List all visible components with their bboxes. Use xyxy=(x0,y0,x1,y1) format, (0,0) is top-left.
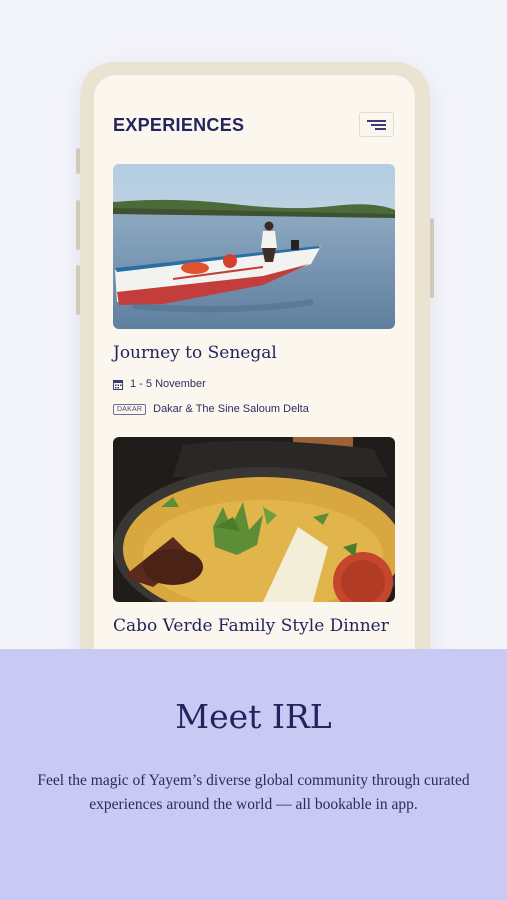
app-store-screenshot: EXPERIENCES Journey to Senegal 1 - 5 Nov… xyxy=(0,0,507,900)
experience-image-senegal[interactable] xyxy=(113,164,395,329)
calendar-icon xyxy=(113,379,123,390)
page-title: EXPERIENCES xyxy=(113,115,245,135)
promo-panel: Meet IRL Feel the magic of Yayem’s diver… xyxy=(0,649,507,900)
experience-title[interactable]: Journey to Senegal xyxy=(113,343,277,363)
experience-title[interactable]: Cabo Verde Family Style Dinner xyxy=(113,616,389,636)
menu-button[interactable] xyxy=(359,112,394,137)
experience-date: 1 - 5 November xyxy=(130,378,206,390)
location-tag: DAKAR xyxy=(113,403,147,415)
boat-on-water-photo xyxy=(113,164,395,329)
experience-date-row: 1 - 5 November xyxy=(113,378,206,390)
promo-headline: Meet IRL xyxy=(175,697,332,736)
stew-dish-photo xyxy=(113,437,395,602)
experience-location-row: DAKAR Dakar & The Sine Saloum Delta xyxy=(113,403,309,415)
phone-power-button xyxy=(430,218,434,298)
phone-screen: EXPERIENCES Journey to Senegal 1 - 5 Nov… xyxy=(94,75,415,675)
experience-image-cabo-verde[interactable] xyxy=(113,437,395,602)
promo-body: Feel the magic of Yayem’s diverse global… xyxy=(37,772,470,813)
experience-location: Dakar & The Sine Saloum Delta xyxy=(153,403,309,415)
